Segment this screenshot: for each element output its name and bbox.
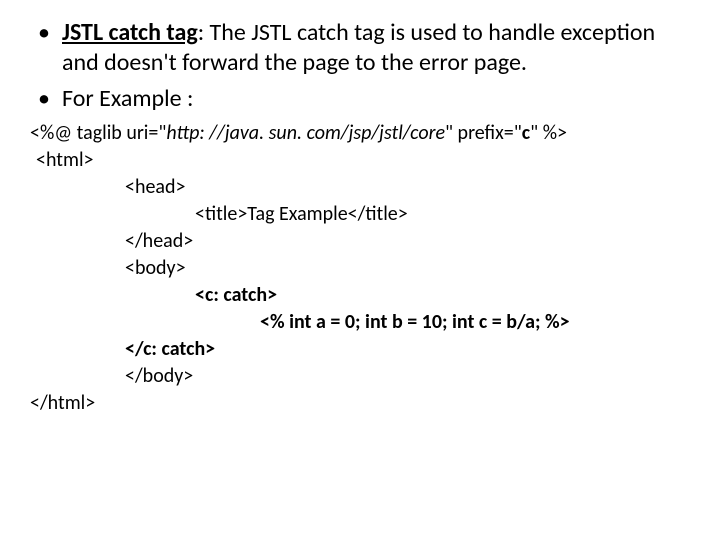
code-line-1: <%@ taglib uri="http: //java. sun. com/j… — [30, 120, 690, 147]
bullet-1-term: JSTL catch tag — [62, 18, 198, 47]
code-line-3: <head> — [30, 174, 690, 201]
code-line-5: </head> — [30, 228, 690, 255]
code-line-7: <c: catch> — [30, 282, 690, 309]
code-line-6: <body> — [30, 255, 690, 282]
code-line-10: </body> — [30, 363, 690, 390]
code-line-11: </html> — [30, 390, 690, 417]
code-line-1a: <%@ taglib uri=" — [30, 121, 166, 145]
code-line-1-uri: http: //java. sun. com/jsp/jstl/core — [166, 121, 445, 145]
bullet-list: JSTL catch tag: The JSTL catch tag is us… — [30, 18, 690, 114]
code-line-1c: " prefix=" — [445, 121, 522, 145]
code-line-1-prefix: c — [522, 121, 530, 145]
bullet-1: JSTL catch tag: The JSTL catch tag is us… — [30, 18, 690, 78]
code-line-1e: " %> — [530, 121, 567, 145]
slide: JSTL catch tag: The JSTL catch tag is us… — [0, 0, 720, 540]
bullet-2: For Example : — [30, 84, 690, 114]
code-line-8: <% int a = 0; int b = 10; int c = b/a; %… — [30, 309, 690, 336]
code-line-2: <html> — [30, 147, 690, 174]
code-block: <%@ taglib uri="http: //java. sun. com/j… — [30, 120, 690, 417]
code-line-9: </c: catch> — [30, 336, 690, 363]
code-line-4: <title>Tag Example</title> — [30, 201, 690, 228]
